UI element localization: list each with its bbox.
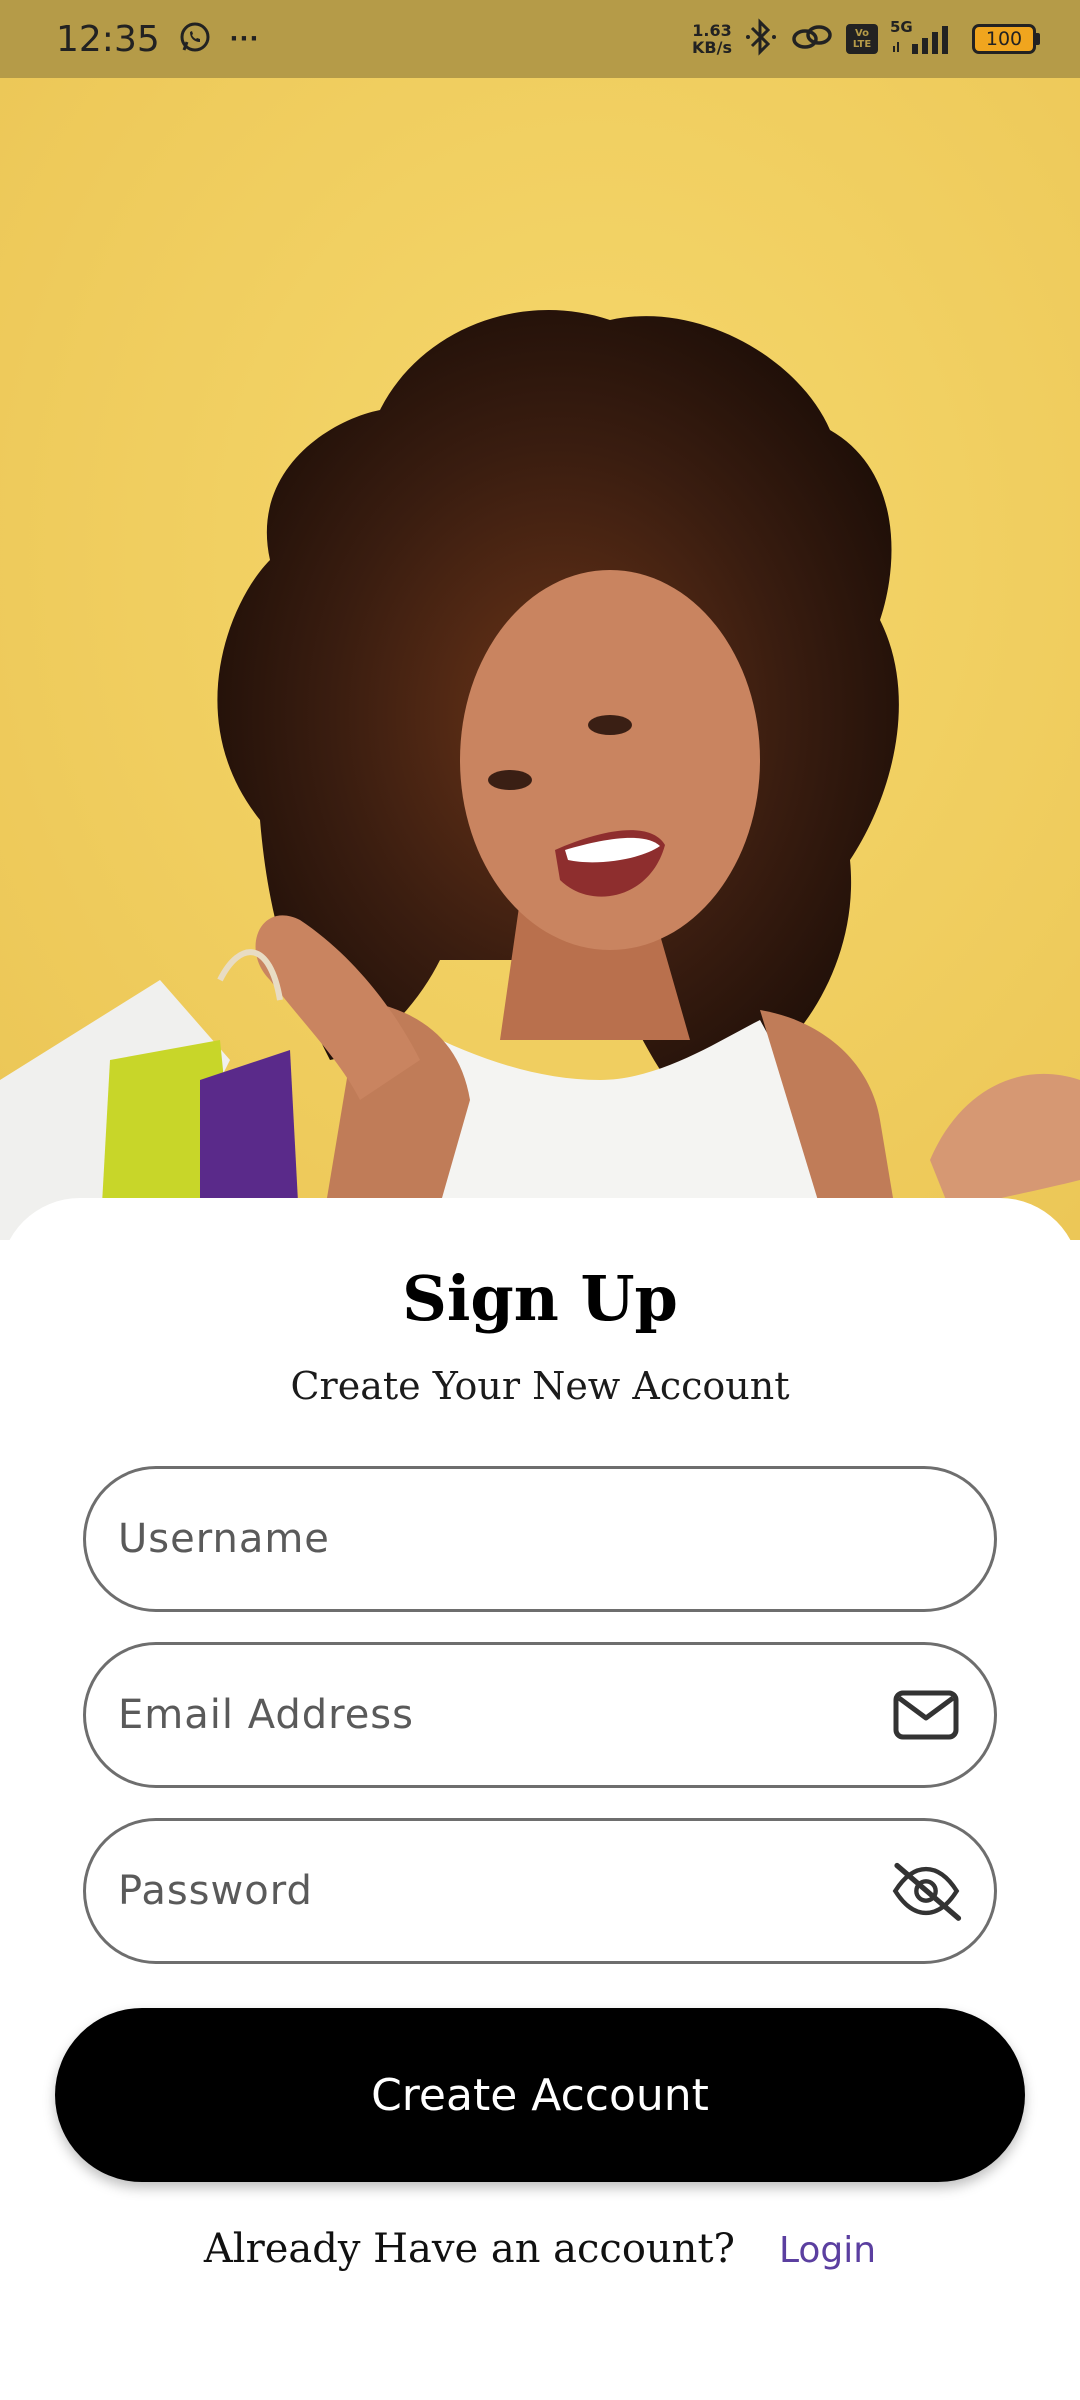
volte-bottom-label: LTE	[852, 39, 872, 50]
email-input[interactable]	[118, 1692, 890, 1738]
status-left: 12:35 ···	[56, 19, 260, 60]
woman-shopping-photo	[0, 0, 1080, 1240]
signal-icon: 5G	[890, 18, 960, 56]
create-account-button[interactable]: Create Account	[55, 2008, 1025, 2182]
battery-icon: 100	[972, 24, 1040, 54]
password-field[interactable]	[83, 1818, 997, 1964]
username-field[interactable]	[83, 1466, 997, 1612]
network-speed-unit: KB/s	[692, 38, 732, 57]
bluetooth-icon	[744, 17, 778, 61]
link-icon	[790, 20, 834, 59]
status-right: 1.63 KB/s Vo LTE 5G 100	[692, 17, 1040, 61]
envelope-icon	[890, 1679, 962, 1751]
battery-level: 100	[972, 24, 1036, 54]
status-bar: 12:35 ··· 1.63 KB/s Vo LTE 5G 100	[0, 0, 1080, 78]
volte-top-label: Vo	[854, 28, 870, 39]
page-title: Sign Up	[402, 1262, 678, 1335]
volte-icon: Vo LTE	[846, 24, 878, 54]
page-subtitle: Create Your New Account	[290, 1364, 790, 1408]
battery-tip	[1036, 33, 1040, 45]
more-notifications-icon: ···	[229, 22, 260, 55]
status-time: 12:35	[56, 18, 160, 60]
login-prompt: Already Have an account?	[203, 2226, 735, 2272]
password-input[interactable]	[118, 1868, 890, 1914]
username-input[interactable]	[118, 1516, 962, 1562]
hero-image	[0, 0, 1080, 1240]
network-type-label: 5G	[890, 18, 913, 36]
network-speed-value: 1.63	[692, 21, 732, 40]
whatsapp-icon	[178, 20, 212, 59]
email-field[interactable]	[83, 1642, 997, 1788]
eye-slash-icon[interactable]	[890, 1855, 962, 1927]
login-row: Already Have an account? Login	[0, 2226, 1080, 2272]
login-link[interactable]: Login	[779, 2230, 876, 2271]
network-speed: 1.63 KB/s	[692, 22, 732, 56]
